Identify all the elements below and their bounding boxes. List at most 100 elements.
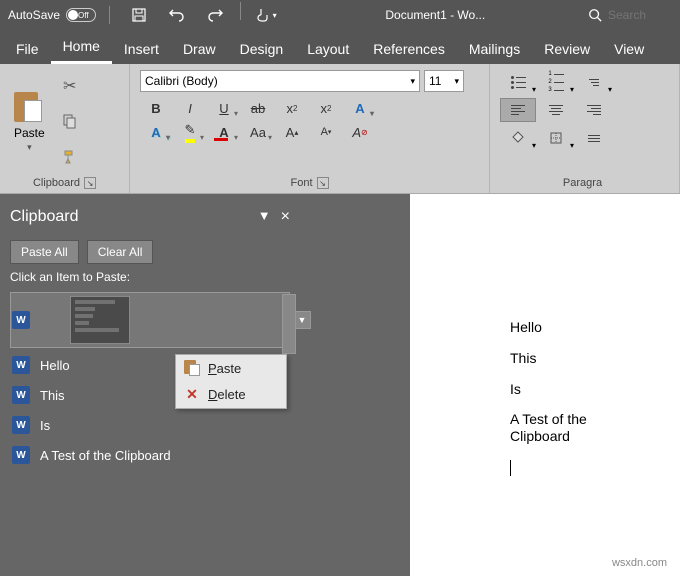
tab-view[interactable]: View xyxy=(602,33,656,64)
paste-icon xyxy=(184,360,200,376)
grow-font-button[interactable]: A▴ xyxy=(276,120,308,144)
cut-icon[interactable]: ✂ xyxy=(59,75,81,97)
tab-review[interactable]: Review xyxy=(532,33,602,64)
italic-button[interactable]: I xyxy=(174,96,206,120)
change-case-button[interactable]: Aa▾ xyxy=(242,120,274,144)
group-clipboard: Paste ▾ ✂ Clipboard↘ xyxy=(0,64,130,193)
clip-item-thumbnail[interactable]: W ▼ xyxy=(10,292,290,348)
text-effects-button[interactable]: A▾ xyxy=(344,96,376,120)
multilevel-list-button[interactable]: ▾ xyxy=(576,70,612,94)
text-effects-2-button[interactable]: A▾ xyxy=(140,120,172,144)
document-title: Document1 - Wo... xyxy=(291,8,580,22)
context-paste[interactable]: Paste xyxy=(176,355,286,381)
word-icon: W xyxy=(12,446,30,464)
clear-formatting-button[interactable]: A⊘ xyxy=(344,120,376,144)
group-label-font: Font↘ xyxy=(136,175,483,191)
autosave-toggle[interactable]: AutoSave Off xyxy=(0,8,105,22)
autosave-label: AutoSave xyxy=(8,8,60,22)
clip-item[interactable]: W A Test of the Clipboard xyxy=(10,442,290,468)
separator xyxy=(109,6,110,24)
paste-button[interactable]: Paste ▾ xyxy=(6,68,53,175)
superscript-button[interactable]: x2 xyxy=(310,96,342,120)
bullets-button[interactable]: ▾ xyxy=(500,70,536,94)
chevron-down-icon: ▾ xyxy=(27,142,32,153)
copy-icon[interactable] xyxy=(59,110,81,132)
document-page[interactable]: Hello This Is A Test of the Clipboard xyxy=(410,194,680,576)
doc-line: Hello xyxy=(510,319,650,336)
word-icon: W xyxy=(12,311,30,329)
title-bar: AutoSave Off ▾ Document1 - Wo... xyxy=(0,0,680,30)
separator xyxy=(240,2,241,20)
align-center-button[interactable] xyxy=(538,98,574,122)
font-size-combo[interactable]: 11▾ xyxy=(424,70,464,92)
save-icon[interactable] xyxy=(122,2,156,28)
pane-hint: Click an Item to Paste: xyxy=(10,270,290,284)
group-label-paragraph: Paragra xyxy=(496,175,673,191)
group-paragraph: ▾ 123▾ ▾ ▾ ▾ Paragra xyxy=(490,64,680,193)
tab-file[interactable]: File xyxy=(4,33,51,64)
clear-all-button[interactable]: Clear All xyxy=(87,240,154,264)
numbering-button[interactable]: 123▾ xyxy=(538,70,574,94)
word-icon: W xyxy=(12,416,30,434)
format-painter-icon[interactable] xyxy=(59,146,81,168)
bold-button[interactable]: B xyxy=(140,96,172,120)
align-left-button[interactable] xyxy=(500,98,536,122)
borders-button[interactable]: ▾ xyxy=(538,126,574,150)
paste-label: Paste xyxy=(14,126,45,140)
tab-design[interactable]: Design xyxy=(228,33,296,64)
doc-cursor-line xyxy=(510,459,650,476)
tab-insert[interactable]: Insert xyxy=(112,33,171,64)
shading-button[interactable]: ▾ xyxy=(500,126,536,150)
context-menu: Paste ✕ Delete xyxy=(175,354,287,409)
align-right-button[interactable] xyxy=(576,98,612,122)
thumbnail-icon xyxy=(70,296,130,344)
ribbon-tabs: File Home Insert Draw Design Layout Refe… xyxy=(0,30,680,64)
delete-icon: ✕ xyxy=(184,386,200,403)
text-cursor xyxy=(510,460,511,476)
clipboard-pane: Clipboard ▼ × Paste All Clear All Click … xyxy=(0,194,300,576)
pane-options-icon[interactable]: ▼ xyxy=(258,208,271,226)
doc-line: Is xyxy=(510,381,650,398)
pane-title: Clipboard xyxy=(10,208,78,226)
clip-text: A Test of the Clipboard xyxy=(40,448,171,463)
tab-references[interactable]: References xyxy=(361,33,457,64)
touch-mode-icon[interactable]: ▾ xyxy=(249,2,283,28)
highlight-button[interactable]: ✎▾ xyxy=(174,120,206,144)
toggle-icon xyxy=(66,8,96,22)
group-label-clipboard: Clipboard↘ xyxy=(6,175,123,191)
document-area[interactable]: Hello This Is A Test of the Clipboard xyxy=(300,194,680,576)
search-icon xyxy=(588,8,602,22)
tab-home[interactable]: Home xyxy=(51,30,112,64)
quick-access-toolbar: ▾ xyxy=(114,2,291,28)
subscript-button[interactable]: x2 xyxy=(276,96,308,120)
doc-line: A Test of the Clipboard xyxy=(510,411,650,445)
doc-line: This xyxy=(510,350,650,367)
word-icon: W xyxy=(12,356,30,374)
search-box[interactable] xyxy=(580,8,680,22)
undo-icon[interactable] xyxy=(160,2,194,28)
paste-all-button[interactable]: Paste All xyxy=(10,240,79,264)
word-icon: W xyxy=(12,386,30,404)
tab-mailings[interactable]: Mailings xyxy=(457,33,532,64)
panel-scrollbar[interactable] xyxy=(282,294,296,354)
clip-item[interactable]: W Is xyxy=(10,412,290,438)
clip-text: This xyxy=(40,388,65,403)
font-name-combo[interactable]: Calibri (Body)▾ xyxy=(140,70,420,92)
clip-text: Hello xyxy=(40,358,70,373)
decrease-indent-button[interactable] xyxy=(576,126,612,150)
redo-icon[interactable] xyxy=(198,2,232,28)
font-color-button[interactable]: A▾ xyxy=(208,120,240,144)
tab-layout[interactable]: Layout xyxy=(295,33,361,64)
strikethrough-button[interactable]: ab xyxy=(242,96,274,120)
tab-draw[interactable]: Draw xyxy=(171,33,228,64)
shrink-font-button[interactable]: A▾ xyxy=(310,120,342,144)
pane-close-icon[interactable]: × xyxy=(281,208,290,226)
underline-button[interactable]: U▾ xyxy=(208,96,240,120)
main-area: Clipboard ▼ × Paste All Clear All Click … xyxy=(0,194,680,576)
paste-icon xyxy=(14,90,44,124)
search-input[interactable] xyxy=(608,8,663,22)
dialog-launcher-icon[interactable]: ↘ xyxy=(317,177,329,189)
dialog-launcher-icon[interactable]: ↘ xyxy=(84,177,96,189)
context-delete[interactable]: ✕ Delete xyxy=(176,381,286,408)
clip-text: Is xyxy=(40,418,50,433)
